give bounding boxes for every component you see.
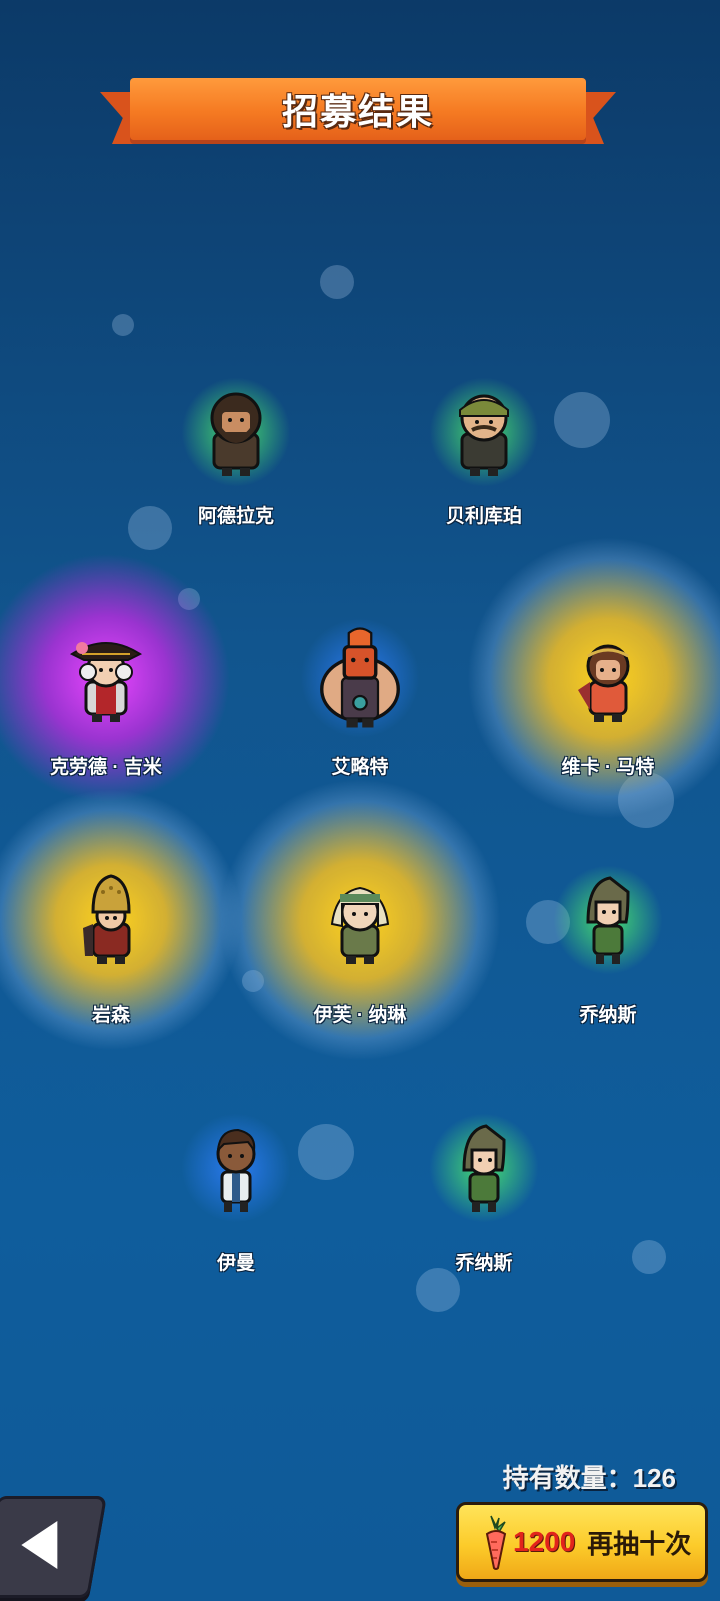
hero-card[interactable]: 岩森 [0, 790, 241, 1050]
bubble-decoration [632, 1240, 666, 1274]
carrot-icon [485, 1515, 507, 1570]
hero-portrait-icon [83, 874, 131, 964]
redraw-label: 再抽十次 [587, 1528, 692, 1559]
page-title: 招募结果 [281, 91, 434, 132]
hero-portrait-icon [578, 644, 630, 722]
hero-name: 维卡 · 马特 [561, 757, 655, 778]
hero-name: 艾略特 [331, 757, 389, 778]
hero-name: 阿德拉克 [197, 506, 274, 527]
redraw-ten-button[interactable]: 1200 再抽十次 [456, 1502, 708, 1582]
hero-name: 伊曼 [216, 1253, 255, 1274]
hero-card[interactable]: 贝利库珀 [384, 357, 584, 567]
hero-card[interactable]: 乔纳斯 [384, 1086, 584, 1296]
hero-name: 岩森 [91, 1005, 130, 1026]
title-banner: 招募结果 [100, 74, 616, 154]
hero-portrait-icon [210, 392, 262, 476]
back-arrow-icon [21, 1521, 58, 1569]
hero-portrait-icon [320, 627, 400, 728]
hero-card[interactable]: 阿德拉克 [136, 357, 336, 567]
bubble-decoration [112, 314, 134, 336]
hero-name: 贝利库珀 [445, 506, 522, 527]
hero-portrait-icon [586, 876, 630, 964]
hero-card[interactable]: 伊芙 · 纳琳 [220, 780, 500, 1060]
hero-name: 克劳德 · 吉米 [50, 757, 162, 778]
hero-portrait-icon [459, 394, 509, 476]
hero-card[interactable]: 艾略特 [260, 590, 460, 800]
hero-portrait-icon [330, 886, 390, 964]
hero-card[interactable]: 乔纳斯 [508, 838, 708, 1048]
hero-name: 乔纳斯 [579, 1005, 637, 1026]
holding-count: 126 [632, 1463, 676, 1493]
holding-label: 持有数量： [502, 1463, 633, 1493]
hero-portrait-icon [462, 1124, 506, 1212]
hero-portrait-icon [69, 642, 143, 722]
banner-body: 招募结果 [130, 78, 586, 140]
hero-card[interactable]: 伊曼 [136, 1086, 336, 1296]
hero-card[interactable]: 克劳德 · 吉米 [0, 553, 231, 803]
back-button[interactable] [0, 1496, 107, 1598]
hero-card[interactable]: 维卡 · 马特 [468, 538, 720, 818]
hero-name: 伊芙 · 纳琳 [313, 1005, 407, 1026]
hero-portrait-icon [216, 1128, 256, 1212]
bubble-decoration [320, 265, 354, 299]
redraw-cost: 1200 [513, 1526, 576, 1557]
hero-name: 乔纳斯 [455, 1253, 513, 1274]
holding-count-label: 持有数量：126 [503, 1458, 676, 1495]
